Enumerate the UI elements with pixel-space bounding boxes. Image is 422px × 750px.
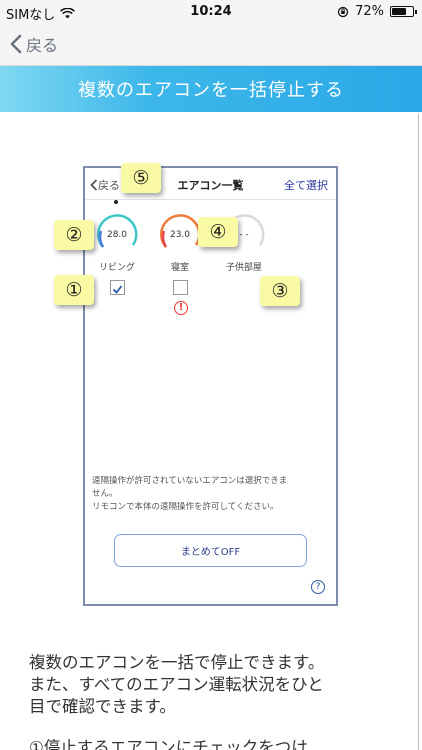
description-line3: 目で確認できます。 (29, 697, 176, 716)
checkbox-bedroom (173, 280, 188, 295)
mock-help-icon: ? (311, 580, 325, 594)
room-label-bedroom: 寝室 (170, 263, 189, 273)
chevron-left-icon (10, 34, 22, 54)
battery-percent: 72% (355, 4, 384, 19)
description-line1: 複数のエアコンを一括で停止できます。 (29, 653, 325, 672)
description-line2: また、すべてのエアコン運転状況をひと (29, 675, 324, 694)
callout-1: ① (54, 275, 94, 305)
mock-note-line2: せん。 (92, 489, 118, 499)
battery-icon (390, 6, 417, 17)
description: 複数のエアコンを一括で停止できます。 また、すべてのエアコン運転状況をひと 目で… (29, 652, 399, 718)
orientation-lock-icon (337, 6, 349, 17)
callout-2: ② (54, 220, 94, 250)
mock-note-line3: リモコンで本体の遠隔操作を許可してください。 (92, 502, 279, 512)
mock-all-off-button: まとめてOFF (114, 534, 307, 567)
callout-4: ④ (198, 217, 238, 247)
description-step1: ①停止するエアコンにチェックをつけ (29, 738, 308, 750)
checkbox-living (110, 280, 125, 295)
navigation-bar: 戻る (0, 24, 422, 66)
back-button[interactable]: 戻る (10, 32, 58, 56)
callout-marker-dot (114, 200, 118, 204)
mock-note-line1: 遠隔操作が許可されていないエアコンは選択できま (92, 476, 288, 486)
status-bar: SIMなし 10:24 72% (0, 0, 422, 24)
warning-icon: ! (174, 301, 188, 315)
status-right: 72% (337, 4, 417, 19)
page-title: 複数のエアコンを一括停止する (78, 80, 344, 101)
gauge-living: 28.0 (95, 213, 139, 257)
checkmark-icon (112, 285, 123, 294)
callout-3: ③ (260, 276, 300, 306)
back-button-label: 戻る (26, 36, 59, 55)
battery-level (392, 8, 406, 15)
gauge-bedroom-temp: 23.0 (169, 230, 191, 240)
callout-5: ⑤ (121, 163, 161, 193)
mock-select-all: 全て選択 (284, 179, 328, 192)
room-label-kids-room: 子供部屋 (225, 263, 262, 273)
page-title-banner: 複数のエアコンを一括停止する (0, 66, 422, 112)
room-label-living: リビング (98, 263, 135, 273)
gauge-living-temp: 28.0 (106, 230, 128, 240)
scroll-indicator (418, 114, 419, 750)
gauge-bedroom: 23.0 (158, 213, 202, 257)
mock-note: 遠隔操作が許可されていないエアコンは選択できま せん。 リモコンで本体の遠隔操作… (92, 475, 332, 514)
